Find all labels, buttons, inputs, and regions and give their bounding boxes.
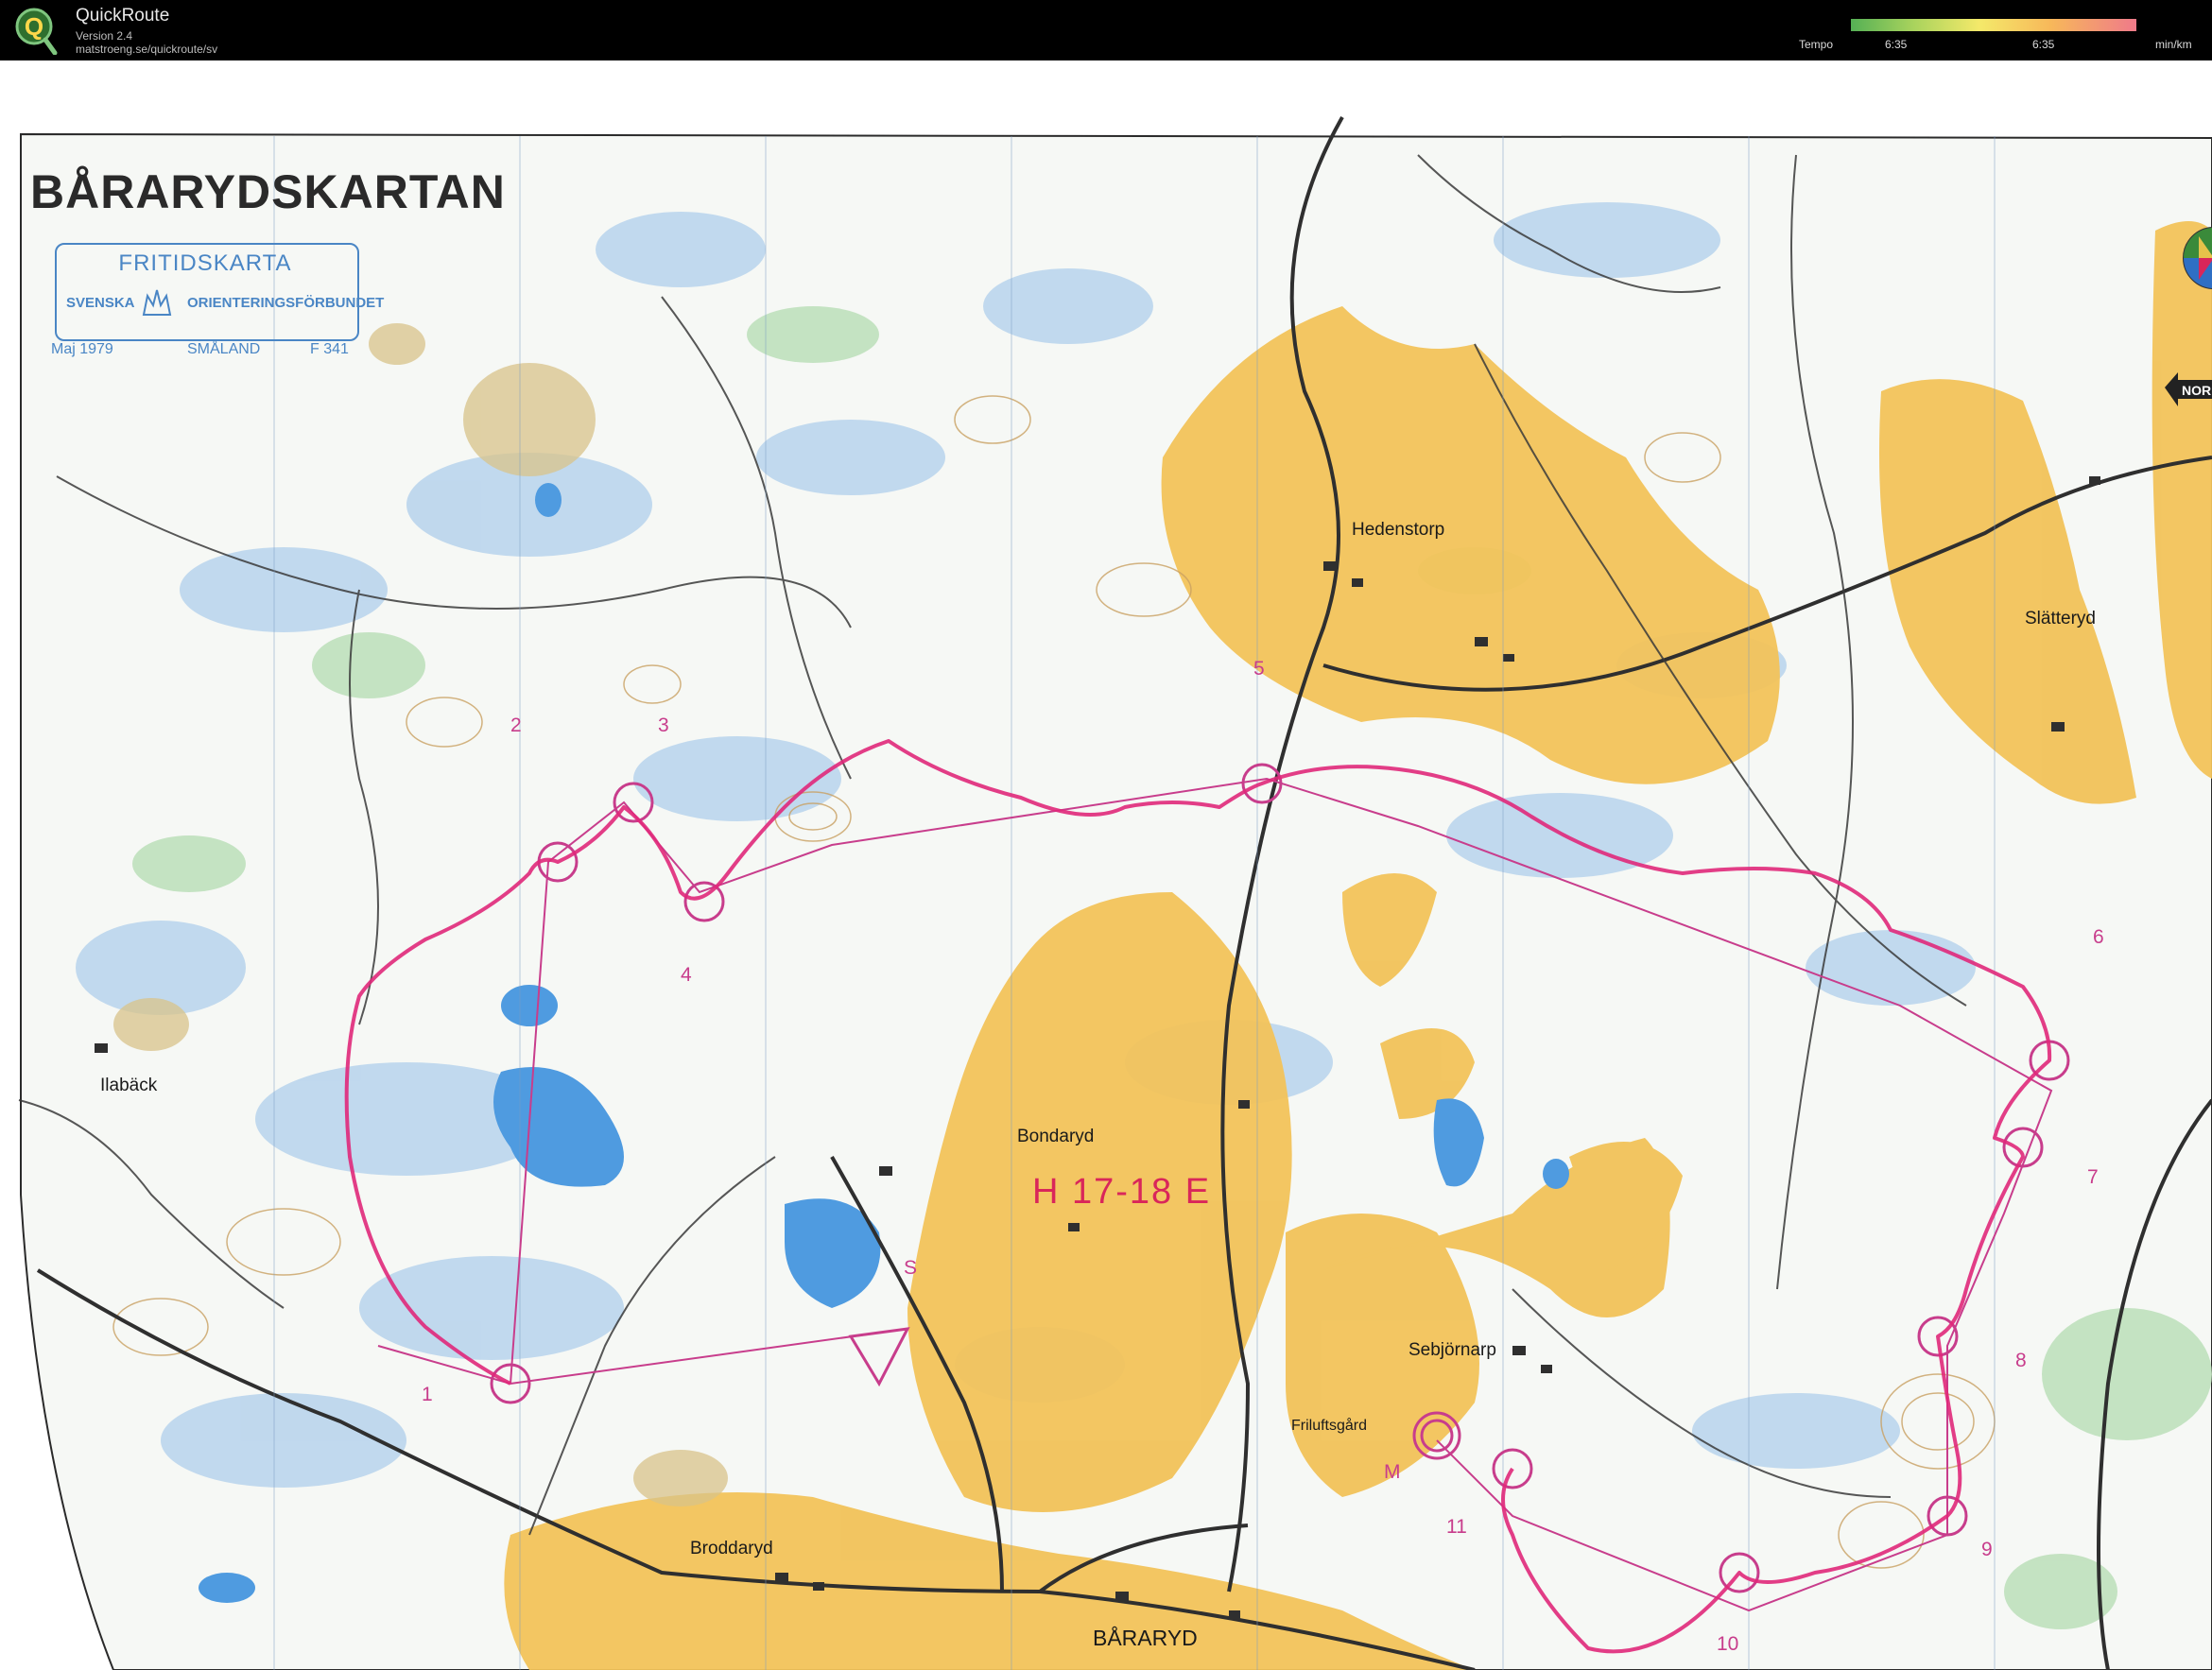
- tempo-legend-label: Tempo: [1799, 38, 1834, 51]
- compass-rose-icon: [2183, 227, 2212, 289]
- start-label: S: [904, 1257, 918, 1279]
- place-broddaryd: Broddaryd: [690, 1539, 773, 1558]
- control-number-9: 9: [1981, 1539, 1993, 1560]
- control-number-4: 4: [681, 964, 692, 986]
- control-number-10: 10: [1717, 1633, 1739, 1655]
- stamp-left-word: SVENSKA: [66, 295, 135, 311]
- stamp-title: FRITIDSKARTA: [118, 250, 292, 276]
- control-number-2: 2: [510, 714, 522, 736]
- stamp-number: F 341: [310, 341, 349, 357]
- place-bararyd: BÅRARYD: [1093, 1626, 1198, 1650]
- north-arrow-icon: NOR: [2165, 372, 2212, 406]
- stamp-region: SMÅLAND: [187, 341, 261, 357]
- title-bar: Q QuickRoute Version 2.4 matstroeng.se/q…: [0, 0, 2212, 60]
- control-number-3: 3: [658, 714, 669, 736]
- svg-text:Q: Q: [25, 12, 43, 41]
- app-url: matstroeng.se/quickroute/sv: [76, 43, 218, 56]
- course-class-label: H 17-18 E: [1032, 1172, 1212, 1212]
- tempo-unit: min/km: [2155, 38, 2192, 51]
- north-label: NOR: [2182, 383, 2211, 398]
- fritidskarta-stamp: FRITIDSKARTA SVENSKA ORIENTERINGSFÖRBUND…: [51, 243, 384, 392]
- place-bondaryd: Bondaryd: [1017, 1127, 1095, 1146]
- place-hedenstorp: Hedenstorp: [1352, 520, 1445, 540]
- control-number-7: 7: [2087, 1166, 2099, 1188]
- control-number-6: 6: [2093, 926, 2104, 948]
- crown-emblem-icon: [142, 289, 172, 316]
- control-number-8: 8: [2015, 1350, 2027, 1371]
- tempo-max-value: 6:35: [2032, 38, 2055, 51]
- place-sebjornarp: Sebjörnarp: [1408, 1340, 1496, 1360]
- place-ilaback: Ilabäck: [100, 1076, 158, 1095]
- tempo-min-value: 6:35: [1885, 38, 1908, 51]
- app-version: Version 2.4: [76, 29, 133, 43]
- map-title: BÅRARYDSKARTAN: [30, 165, 506, 218]
- quickroute-logo-icon: Q: [15, 8, 58, 55]
- finish-label: M: [1384, 1461, 1401, 1483]
- tempo-color-scale[interactable]: [1851, 19, 2136, 31]
- place-slatteryd: Slätteryd: [2025, 609, 2096, 628]
- app-name: QuickRoute: [76, 6, 170, 26]
- place-friluftsgard: Friluftsgård: [1291, 1418, 1368, 1434]
- control-number-1: 1: [422, 1384, 433, 1405]
- control-number-5: 5: [1253, 658, 1265, 680]
- map-canvas[interactable]: NOR BÅRARYDSKARTAN FRITIDSKARTA SVENSKA …: [0, 60, 2212, 1670]
- stamp-right-word: ORIENTERINGSFÖRBUNDET: [187, 295, 385, 311]
- control-number-11: 11: [1446, 1516, 1467, 1538]
- stamp-date: Maj 1979: [51, 341, 113, 357]
